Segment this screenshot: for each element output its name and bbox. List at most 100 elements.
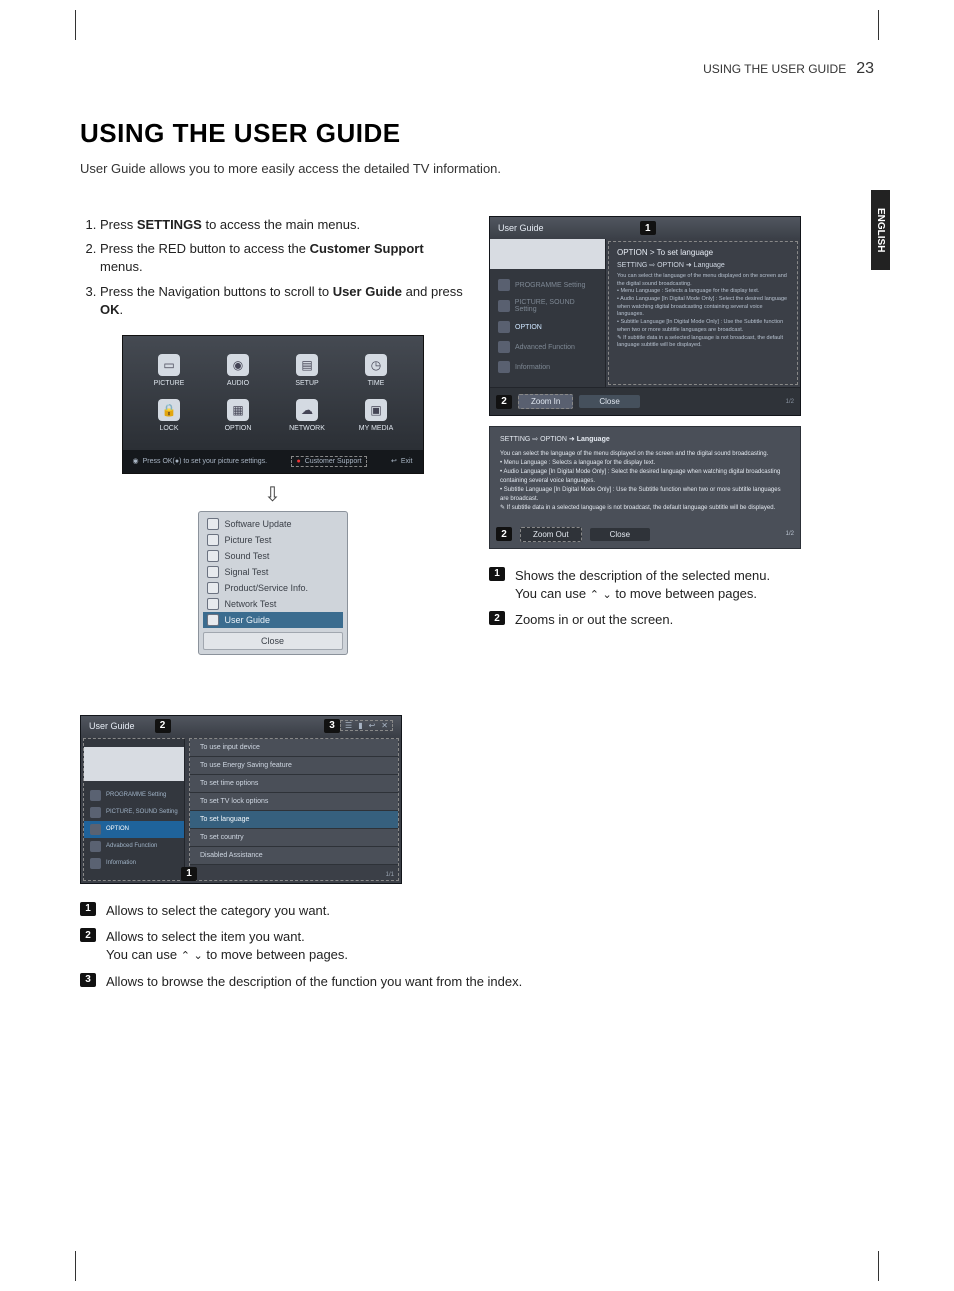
panel-title: OPTION > To set language — [617, 248, 789, 257]
step-item: Press the Navigation buttons to scroll t… — [100, 283, 465, 319]
user-guide-list-screenshot: User Guide 2 3 ☰ ▮ ↩ ✕ PROGRAMME Setting… — [80, 715, 402, 884]
window-title: User Guide — [89, 721, 135, 731]
sidebar-item: PROGRAMME Setting — [84, 787, 184, 804]
popup-item: Product/Service Info. — [203, 580, 343, 596]
info-icon — [90, 858, 101, 869]
sidebar-item: OPTION — [490, 317, 605, 337]
preview-thumbnail — [84, 747, 184, 781]
close-button: Close — [590, 528, 650, 541]
list-icon: ☰ — [345, 721, 352, 730]
popup-item-selected: User Guide — [203, 612, 343, 628]
zoom-out-button: Zoom Out — [520, 527, 582, 542]
category-sidebar: PROGRAMME Setting PICTURE, SOUND Setting… — [83, 738, 185, 881]
prog-icon — [498, 279, 510, 291]
sidebar-item: Advabced Function — [84, 838, 184, 855]
popup-item: Picture Test — [203, 532, 343, 548]
crop-mark — [75, 1251, 76, 1281]
setup-icon: ▤ — [296, 354, 318, 376]
list-item-selected: To set language — [190, 811, 398, 829]
right-legend: 1 Shows the description of the selected … — [489, 567, 874, 630]
page-indicator: 1/2 — [786, 531, 794, 537]
customer-support-button: ● Customer Support — [291, 456, 366, 467]
crop-mark — [878, 10, 879, 40]
down-arrow-icon: ⌄ — [603, 589, 612, 601]
page-indicator: 1/1 — [386, 872, 394, 878]
pic-icon — [498, 300, 510, 312]
list-item: To set time options — [190, 775, 398, 793]
badge-2: 2 — [80, 928, 96, 942]
prog-icon — [90, 790, 101, 801]
popup-item: Sound Test — [203, 548, 343, 564]
badge-3: 3 — [80, 973, 96, 987]
page-title: USING THE USER GUIDE — [80, 118, 874, 149]
badge-2: 2 — [489, 611, 505, 625]
up-arrow-icon: ⌃ — [590, 589, 599, 601]
network-icon: ☁ — [296, 399, 318, 421]
adv-icon — [90, 841, 101, 852]
breadcrumb: SETTING ⇨ OPTION ➜ Language — [500, 435, 790, 446]
crop-mark — [878, 1251, 879, 1281]
time-icon: ◷ — [365, 354, 387, 376]
header-section: USING THE USER GUIDE — [703, 62, 846, 76]
index-icons: ☰ ▮ ↩ ✕ — [340, 720, 393, 731]
menu-tile-audio: ◉AUDIO — [204, 348, 273, 393]
page: USING THE USER GUIDE 23 ENGLISH USING TH… — [0, 0, 954, 1291]
list-item: Disabled Assistance — [190, 847, 398, 865]
option-icon: ▦ — [227, 399, 249, 421]
sidebar-item-active: OPTION — [84, 821, 184, 838]
list-item: To set country — [190, 829, 398, 847]
menu-tile-time: ◷TIME — [342, 348, 411, 393]
settings-menu-screenshot: ▭PICTURE ◉AUDIO ▤SETUP ◷TIME 🔒LOCK ▦OPTI… — [122, 335, 424, 474]
bottom-legend: 1 Allows to select the category you want… — [80, 902, 874, 991]
list-item: To use Energy Saving feature — [190, 757, 398, 775]
menu-tile-option: ▦OPTION — [204, 393, 273, 438]
menu-tile-network: ☁NETWORK — [273, 393, 342, 438]
badge-1: 1 — [489, 567, 505, 581]
menu-tile-lock: 🔒LOCK — [135, 393, 204, 438]
step-item: Press the RED button to access the Custo… — [100, 240, 465, 276]
exit-button: ↩ Exit — [391, 457, 413, 465]
folder-icon: ▮ — [358, 721, 362, 730]
description-panel: OPTION > To set language SETTING ⇨ OPTIO… — [608, 241, 798, 385]
info-icon — [498, 361, 510, 373]
down-arrow-icon: ⌄ — [194, 950, 203, 962]
mymedia-icon: ▣ — [365, 399, 387, 421]
menu-tile-picture: ▭PICTURE — [135, 348, 204, 393]
crop-mark — [75, 10, 76, 40]
sidebar-item: PROGRAMME Setting — [490, 275, 605, 295]
sidebar-item: Advanced Function — [490, 337, 605, 357]
page-header: USING THE USER GUIDE 23 — [80, 60, 874, 78]
gear-icon — [90, 824, 101, 835]
badge-1: 1 — [80, 902, 96, 916]
pic-icon — [90, 807, 101, 818]
topic-list: To use input device To use Energy Saving… — [189, 738, 399, 881]
lock-icon: 🔒 — [158, 399, 180, 421]
breadcrumb: SETTING ⇨ OPTION ➜ Language — [617, 261, 789, 269]
zoomed-detail-screenshot: SETTING ⇨ OPTION ➜ Language You can sele… — [489, 426, 801, 549]
intro-text: User Guide allows you to more easily acc… — [80, 161, 874, 176]
popup-item: Network Test — [203, 596, 343, 612]
back-icon: ↩ — [369, 721, 376, 730]
sidebar-item: Information — [84, 855, 184, 872]
down-arrow-icon: ⇩ — [80, 482, 465, 507]
step-list: Press SETTINGS to access the main menus.… — [80, 216, 465, 319]
menu-tile-mymedia: ▣MY MEDIA — [342, 393, 411, 438]
zoom-footer: 2 Zoom Out Close 1/2 — [490, 521, 800, 548]
adv-icon — [498, 341, 510, 353]
sidebar-item: Information — [490, 357, 605, 377]
popup-item: Signal Test — [203, 564, 343, 580]
page-indicator: 1/2 — [786, 399, 794, 405]
up-arrow-icon: ⌃ — [181, 950, 190, 962]
menu-tile-setup: ▤SETUP — [273, 348, 342, 393]
list-item: To set TV lock options — [190, 793, 398, 811]
detail-footer: 2 Zoom In Close 1/2 — [490, 387, 800, 415]
zoom-in-button: Zoom In — [518, 394, 573, 409]
popup-close-button: Close — [203, 632, 343, 650]
window-title: User Guide — [498, 223, 544, 233]
ok-hint: ◉ Press OK(●) to set your picture settin… — [133, 457, 268, 465]
gear-icon — [498, 321, 510, 333]
customer-support-popup: Software Update Picture Test Sound Test … — [198, 511, 348, 655]
audio-icon: ◉ — [227, 354, 249, 376]
category-sidebar: PROGRAMME Setting PICTURE, SOUND Setting… — [490, 239, 606, 387]
close-button: Close — [579, 395, 639, 408]
